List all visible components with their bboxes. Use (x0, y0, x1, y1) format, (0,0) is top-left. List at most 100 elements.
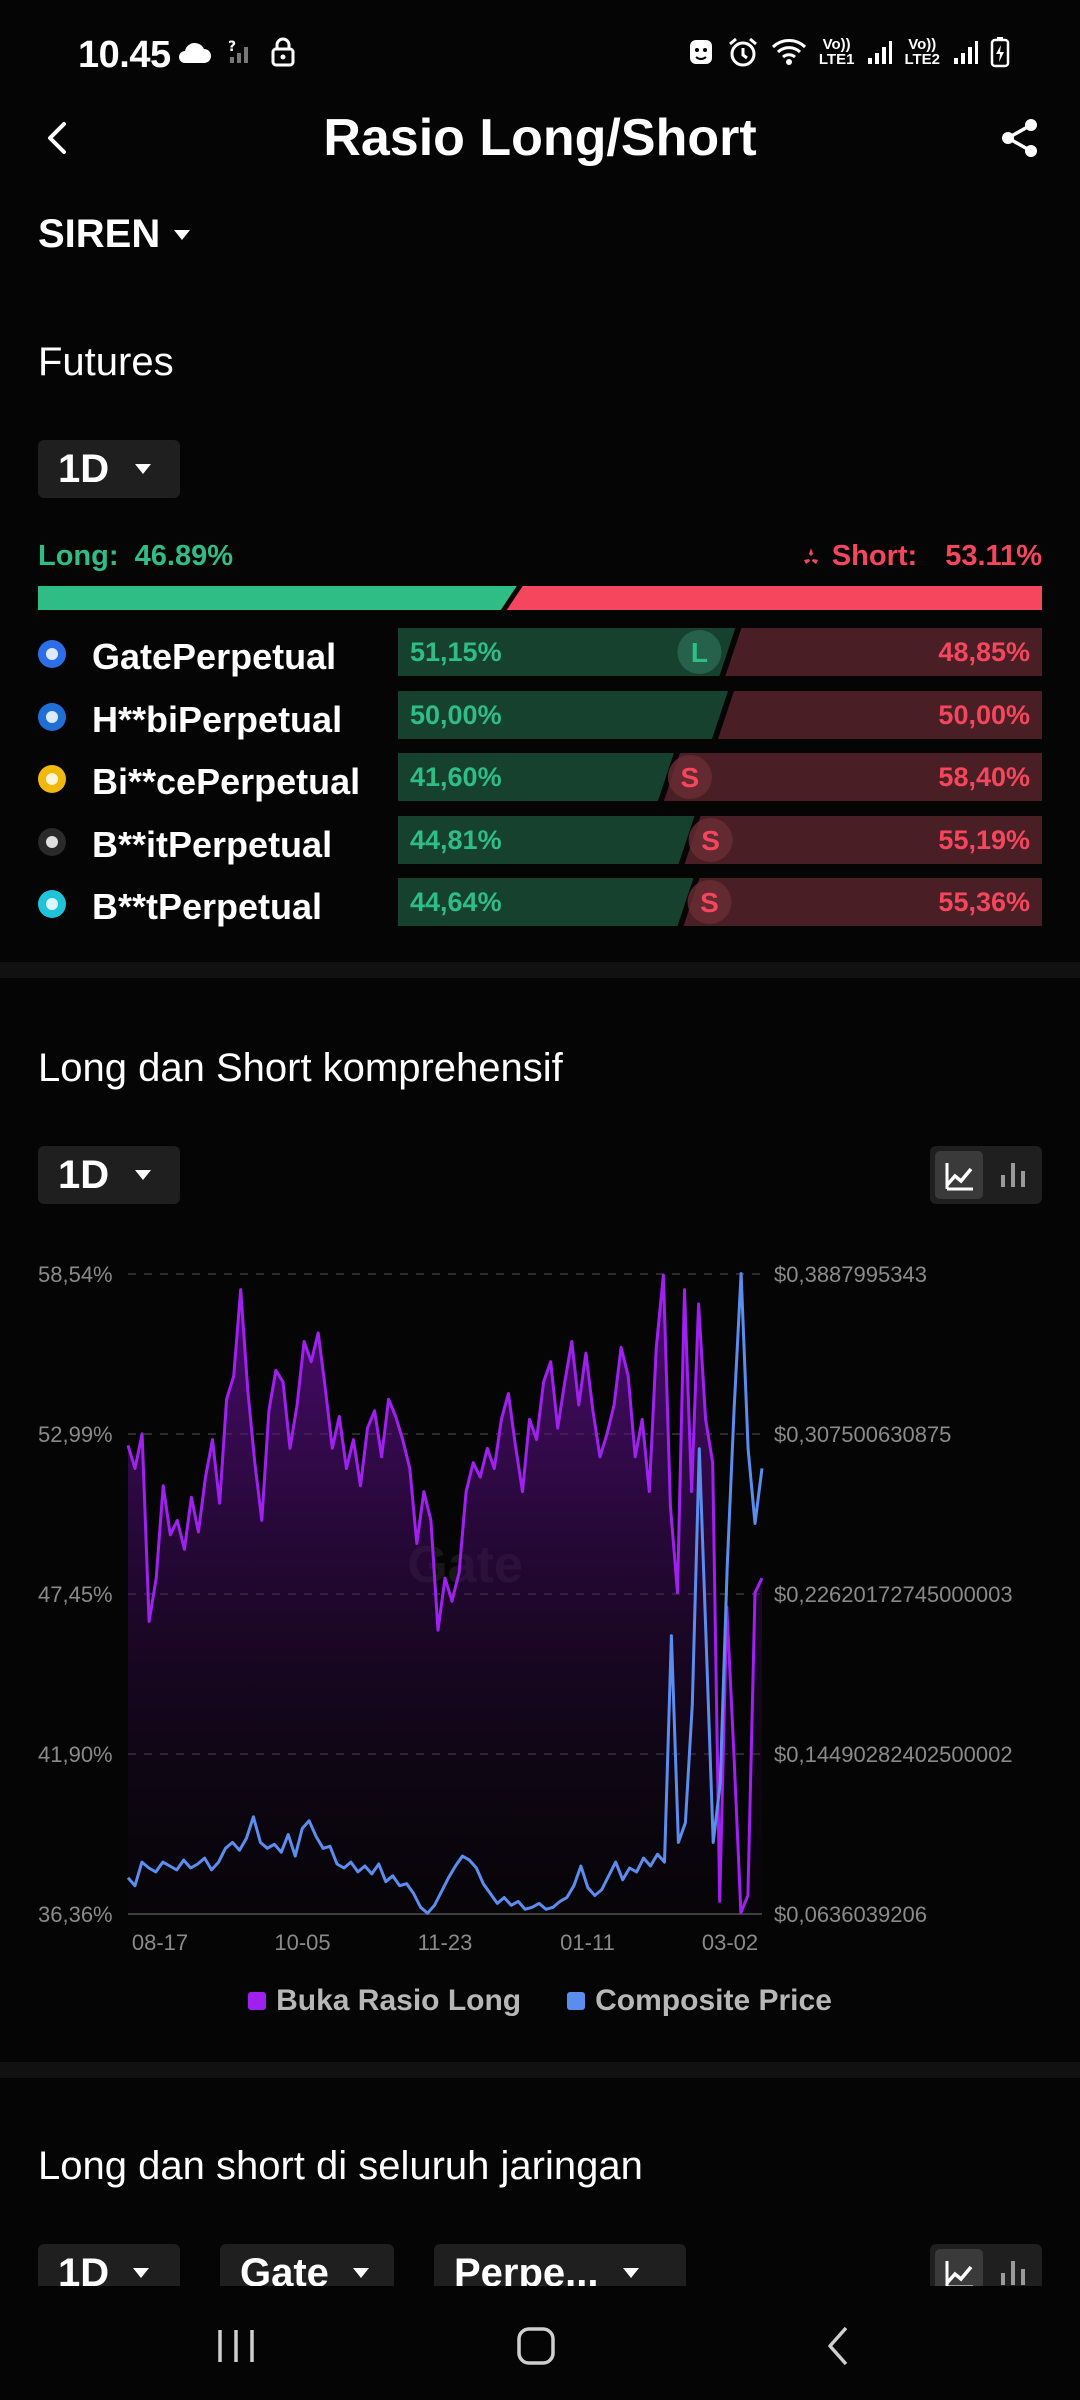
exchange-row[interactable]: B**itPerpetual S 44,81% 55,19% (38, 812, 1042, 875)
legend-label: Buka Rasio Long (276, 1984, 522, 2017)
exchange-row[interactable]: H**biPerpetual 50,00% 50,00% (38, 687, 1042, 750)
recent-apps-button[interactable] (206, 2316, 266, 2376)
short-badge: S (700, 887, 719, 918)
exchange-name: B**tPerpetual (92, 886, 323, 927)
exchange-long-value: 51,15% (410, 637, 502, 667)
x-tick-label: 08-17 (132, 1930, 188, 1955)
futures-title: Futures (38, 340, 174, 384)
line-chart-toggle[interactable] (935, 1151, 983, 1199)
short-badge: S (681, 762, 700, 793)
exchange-short-value: 55,19% (938, 824, 1030, 855)
short-bar-segment (506, 586, 1042, 610)
caret-down-icon (352, 2268, 369, 2278)
sparkle-icon (803, 547, 818, 564)
status-bar: 10.45 ? Vo)) LTE1 Vo)) LTE2 (0, 0, 1080, 110)
exchange-long-value: 50,00% (410, 699, 502, 730)
y-right-tick-label: $0,22620172745000003 (774, 1582, 1013, 1607)
chart-legend: Buka Rasio Long Composite Price (0, 1984, 1080, 2018)
long-ratio-value: 46.89% (134, 540, 233, 572)
x-tick-label: 10-05 (274, 1930, 330, 1955)
short-ratio-value: 53.11% (945, 540, 1042, 572)
wifi-icon (771, 39, 806, 65)
cloud-icon (179, 42, 211, 63)
y-right-tick-label: $0,0636039206 (774, 1902, 927, 1927)
exchange-name: B**itPerpetual (92, 823, 333, 865)
y-left-tick-label: 58,54% (38, 1262, 113, 1287)
exchange-long-value: 41,60% (410, 762, 502, 792)
legend-swatch (248, 1992, 267, 2010)
bar-chart-icon (1001, 1163, 1025, 1187)
exchange-short-value: 50,00% (938, 699, 1030, 730)
system-back-button[interactable] (810, 2316, 870, 2376)
caret-down-icon (622, 2268, 639, 2278)
home-icon (517, 2327, 555, 2365)
period-label: 1D (58, 1152, 110, 1197)
app-header: Rasio Long/Short (0, 100, 1080, 180)
bar-chart-toggle[interactable] (989, 1151, 1037, 1199)
exchange-row[interactable]: B**tPerpetual S 44,64% 55,36% (38, 874, 1042, 937)
futures-period-dropdown[interactable]: 1D (38, 440, 180, 498)
huobi-logo-icon (38, 702, 66, 731)
comprehensive-title: Long dan Short komprehensif (38, 1046, 563, 1090)
bybit-logo-icon (38, 827, 66, 856)
y-left-tick-label: 47,45% (38, 1582, 113, 1607)
short-ratio: Short: 53.11% (800, 540, 1042, 573)
y-right-tick-label: $0,307500630875 (774, 1422, 951, 1447)
caret-down-icon (133, 2268, 150, 2278)
long-bar-segment (38, 586, 517, 610)
long-ratio: Long: 46.89% (38, 540, 233, 572)
exchange-short-value: 58,40% (938, 762, 1030, 792)
exchange-long-value: 44,64% (410, 887, 502, 917)
network-label-2: Vo)) LTE2 (904, 36, 940, 68)
battery-charging-icon (990, 37, 1010, 68)
coin-selector[interactable]: SIREN (38, 212, 191, 257)
no-signal-icon: ? (228, 39, 248, 63)
y-right-tick-label: $0,14490282402500002 (774, 1742, 1013, 1767)
exchange-name: H**biPerpetual (92, 698, 343, 740)
exchange-row[interactable]: GatePerpetual L 51,15% 48,85% (38, 624, 1042, 687)
legend-item-long[interactable]: Buka Rasio Long (248, 1984, 521, 2018)
exchange-short-value: 55,36% (938, 887, 1030, 917)
network-label-1: Vo)) LTE1 (818, 36, 855, 68)
svg-text:?: ? (228, 39, 236, 55)
line-chart-icon (945, 1163, 973, 1191)
signal-icon (868, 41, 893, 64)
face-unlock-icon (689, 40, 712, 64)
home-button[interactable] (506, 2316, 566, 2376)
overall-ratio: Long: 46.89% Short: 53.11% (38, 540, 1042, 580)
short-badge: S (701, 825, 720, 856)
coin-name: SIREN (38, 212, 161, 256)
back-icon (828, 2326, 848, 2366)
caret-down-icon (135, 464, 152, 474)
share-button[interactable] (998, 116, 1042, 160)
caret-down-icon (135, 1170, 152, 1180)
x-tick-label: 01-11 (560, 1930, 615, 1955)
network-title: Long dan short di seluruh jaringan (38, 2144, 643, 2188)
long-badge: L (691, 637, 708, 668)
lock-icon (271, 37, 295, 67)
period-label: 1D (58, 446, 110, 491)
section-divider (0, 962, 1080, 978)
exchange-long-value: 44,81% (410, 824, 502, 855)
system-nav-bar (0, 2286, 1080, 2400)
legend-label: Composite Price (595, 1984, 832, 2017)
binance-logo-icon (38, 765, 66, 793)
exchange-row[interactable]: Bi**cePerpetual S 41,60% 58,40% (38, 749, 1042, 812)
legend-item-price[interactable]: Composite Price (567, 1984, 832, 2018)
comprehensive-period-dropdown[interactable]: 1D (38, 1146, 180, 1204)
y-left-tick-label: 52,99% (38, 1422, 113, 1447)
y-right-tick-label: $0,3887995343 (774, 1262, 927, 1287)
x-tick-label: 11-23 (418, 1930, 473, 1955)
x-tick-label: 03-02 (702, 1930, 758, 1955)
page-title: Rasio Long/Short (323, 109, 757, 167)
exchange-name: GatePerpetual (92, 636, 337, 677)
bitget-logo-icon (38, 890, 66, 918)
legend-swatch (567, 1992, 586, 2010)
signal-icon (954, 41, 978, 64)
recent-apps-icon (218, 2330, 254, 2362)
y-left-tick-label: 41,90% (38, 1742, 113, 1767)
long-short-ratio-bar (38, 586, 1042, 610)
y-left-tick-label: 36,36% (38, 1902, 113, 1927)
section-divider (0, 2062, 1080, 2078)
exchange-name: Bi**cePerpetual (92, 761, 361, 802)
